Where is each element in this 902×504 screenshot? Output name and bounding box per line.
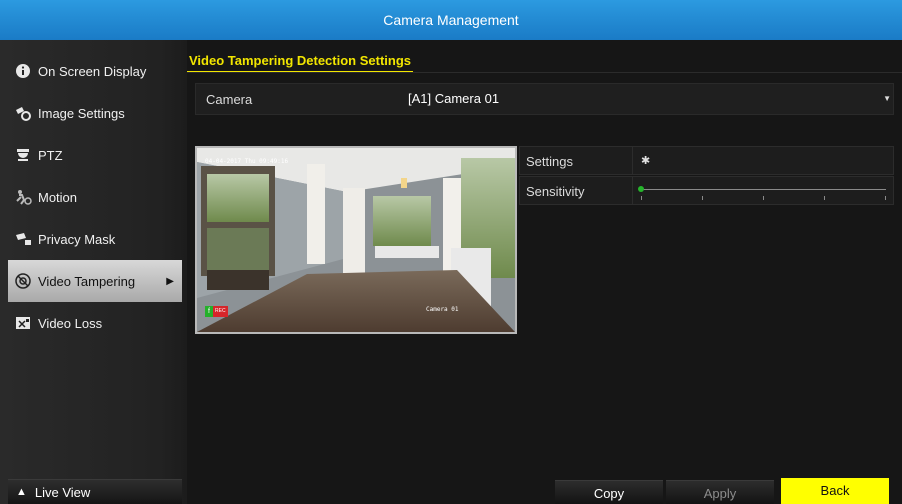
osd-camera-name: Camera 01: [426, 306, 459, 313]
camera-row: Camera [A1] Camera 01 ▼: [195, 83, 894, 115]
sensitivity-slider[interactable]: [638, 186, 886, 192]
sidebar-item-label: PTZ: [38, 147, 63, 163]
main-panel: Video Tampering Detection Settings Camer…: [187, 40, 902, 504]
home-icon: ▲: [16, 486, 27, 498]
sidebar-item-video-tampering[interactable]: Video Tampering ▶: [8, 260, 182, 302]
tab-video-tampering-detection[interactable]: Video Tampering Detection Settings: [187, 53, 413, 73]
settings-value: ✱: [632, 147, 895, 174]
chevron-right-icon: ▶: [166, 275, 174, 287]
dropdown-arrow-icon: ▼: [883, 94, 891, 103]
sidebar-item-on-screen-display[interactable]: On Screen Display: [0, 50, 187, 92]
sidebar-item-label: Video Loss: [38, 315, 103, 331]
back-button[interactable]: Back: [781, 478, 889, 504]
motion-rec-icon: f: [205, 306, 213, 317]
sidebar-item-label: Privacy Mask: [38, 231, 116, 247]
porch-scene-image: [197, 148, 515, 332]
info-icon: [14, 62, 32, 80]
camera-preview[interactable]: 04-04-2017 Thu 09:49:16 Camera 01 f REC: [195, 146, 517, 334]
sidebar-item-label: On Screen Display: [38, 63, 147, 79]
apply-button[interactable]: Apply: [666, 480, 774, 504]
sidebar-item-label: Motion: [38, 189, 78, 205]
slider-tick: [885, 196, 886, 200]
slider-tick: [763, 196, 764, 200]
sidebar-item-ptz[interactable]: PTZ: [0, 134, 187, 176]
live-view-label: Live View: [34, 484, 91, 500]
settings-panel: Settings ✱ Sensitivity: [519, 146, 894, 208]
image-settings-icon: [14, 104, 32, 122]
window-title: Camera Management: [0, 0, 902, 40]
sidebar-item-privacy-mask[interactable]: Privacy Mask: [0, 218, 187, 260]
motion-icon: [14, 188, 32, 206]
sensitivity-label: Sensitivity: [526, 184, 585, 199]
camera-select-value: [A1] Camera 01: [408, 91, 500, 106]
live-view-button[interactable]: ▲ Live View: [8, 479, 182, 504]
settings-row: Settings ✱: [519, 146, 894, 175]
gear-icon[interactable]: ✱: [641, 154, 650, 167]
slider-tick: [641, 196, 642, 200]
sidebar-item-motion[interactable]: Motion: [0, 176, 187, 218]
camera-select[interactable]: [A1] Camera 01 ▼: [402, 84, 895, 114]
camera-label: Camera: [206, 92, 253, 107]
sensitivity-value: [632, 177, 895, 204]
rec-label: REC: [213, 306, 228, 317]
ptz-camera-icon: [14, 146, 32, 164]
copy-button[interactable]: Copy: [555, 480, 663, 504]
sensitivity-row: Sensitivity: [519, 176, 894, 205]
tab-divider: [187, 72, 902, 73]
sidebar-item-image-settings[interactable]: Image Settings: [0, 92, 187, 134]
sidebar: On Screen Display Image Settings PTZ Mot…: [0, 40, 187, 504]
tampering-icon: [14, 272, 32, 290]
rec-indicator: f REC: [205, 306, 228, 317]
sidebar-item-label: Image Settings: [38, 105, 125, 121]
sidebar-item-label: Video Tampering: [38, 273, 136, 289]
sidebar-item-video-loss[interactable]: Video Loss: [0, 302, 187, 344]
video-loss-icon: [14, 314, 32, 332]
slider-tick: [824, 196, 825, 200]
settings-label: Settings: [526, 154, 573, 169]
privacy-mask-icon: [14, 230, 32, 248]
slider-knob[interactable]: [638, 186, 644, 192]
osd-timestamp: 04-04-2017 Thu 09:49:16: [205, 158, 289, 165]
slider-tick: [702, 196, 703, 200]
